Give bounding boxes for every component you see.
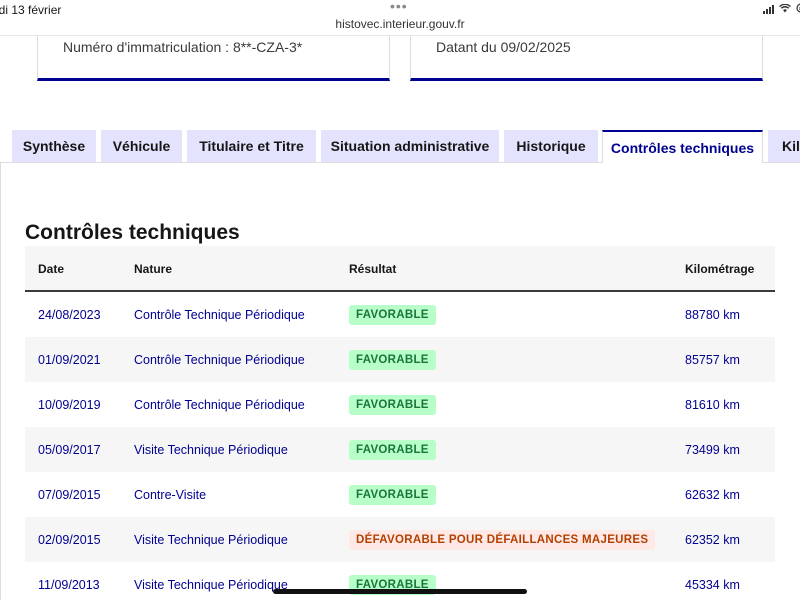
table-row: 01/09/2021 Contrôle Technique Périodique… [25,337,775,382]
table-row: 07/09/2015 Contre-Visite FAVORABLE 62632… [25,472,775,517]
tab-situation-administrative[interactable]: Situation administrative [321,130,499,162]
registration-card: Numéro d'immatriculation : 8**-CZA-3* [37,36,390,81]
status-icons [763,3,800,16]
registration-number: Numéro d'immatriculation : 8**-CZA-3* [63,39,303,55]
row-date: 10/09/2019 [38,398,101,412]
row-date: 01/09/2021 [38,353,101,367]
row-nature: Contre-Visite [134,488,207,502]
section-title: Contrôles techniques [25,221,240,244]
tab-synthese[interactable]: Synthèse [12,130,96,162]
more-icon[interactable]: ••• [390,0,408,14]
date-card: Datant du 09/02/2025 [410,36,763,81]
row-date: 24/08/2023 [38,308,101,322]
tab-vehicule[interactable]: Véhicule [101,130,182,162]
tab-kilometrage[interactable]: Kilo [768,130,800,162]
result-badge: FAVORABLE [349,350,436,370]
wifi-icon [779,3,791,16]
row-nature: Contrôle Technique Périodique [134,398,305,412]
column-header-nature: Nature [134,262,173,276]
result-badge: FAVORABLE [349,485,436,505]
table-header: Date Nature Résultat Kilométrage [25,246,775,292]
row-date: 07/09/2015 [38,488,101,502]
row-nature: Visite Technique Périodique [134,443,288,457]
url-bar[interactable]: histovec.interieur.gouv.fr [0,17,800,31]
result-badge: FAVORABLE [349,395,436,415]
status-time: udi 13 février [0,3,62,17]
row-mileage: 81610 km [685,398,740,412]
column-header-mileage: Kilométrage [685,262,755,276]
row-date: 11/09/2013 [38,578,100,592]
row-nature: Contrôle Technique Périodique [134,353,305,367]
row-nature: Visite Technique Périodique [134,578,288,592]
row-mileage: 88780 km [685,308,740,322]
row-date: 05/09/2017 [38,443,101,457]
row-mileage: 85757 km [685,353,740,367]
row-nature: Visite Technique Périodique [134,533,288,547]
row-mileage: 73499 km [685,443,740,457]
tab-historique[interactable]: Historique [504,130,598,162]
row-nature: Contrôle Technique Périodique [134,308,305,322]
tab-bar: Synthèse Véhicule Titulaire et Titre Sit… [0,130,800,163]
column-header-date: Date [38,262,65,276]
result-badge: FAVORABLE [349,440,436,460]
row-mileage: 45334 km [685,578,740,592]
tab-controles-techniques[interactable]: Contrôles techniques [602,130,763,163]
technical-inspections-table: Date Nature Résultat Kilométrage 24/08/2… [25,246,775,600]
table-row: 05/09/2017 Visite Technique Périodique F… [25,427,775,472]
row-mileage: 62352 km [685,533,740,547]
report-date: Datant du 09/02/2025 [436,39,571,55]
orientation-lock-icon [796,3,800,16]
table-row: 02/09/2015 Visite Technique Périodique D… [25,517,775,562]
result-badge: DÉFAVORABLE POUR DÉFAILLANCES MAJEURES [349,530,656,550]
column-header-result: Résultat [349,262,397,276]
home-indicator[interactable] [273,589,527,594]
table-row: 11/09/2013 Visite Technique Périodique F… [25,562,775,600]
tab-titulaire-titre[interactable]: Titulaire et Titre [187,130,316,162]
row-date: 02/09/2015 [38,533,101,547]
table-row: 24/08/2023 Contrôle Technique Périodique… [25,292,775,337]
table-row: 10/09/2019 Contrôle Technique Périodique… [25,382,775,427]
result-badge: FAVORABLE [349,305,436,325]
row-mileage: 62632 km [685,488,740,502]
signal-icon [763,5,774,14]
status-bar: udi 13 février ••• histovec.interieur.go… [0,0,800,36]
